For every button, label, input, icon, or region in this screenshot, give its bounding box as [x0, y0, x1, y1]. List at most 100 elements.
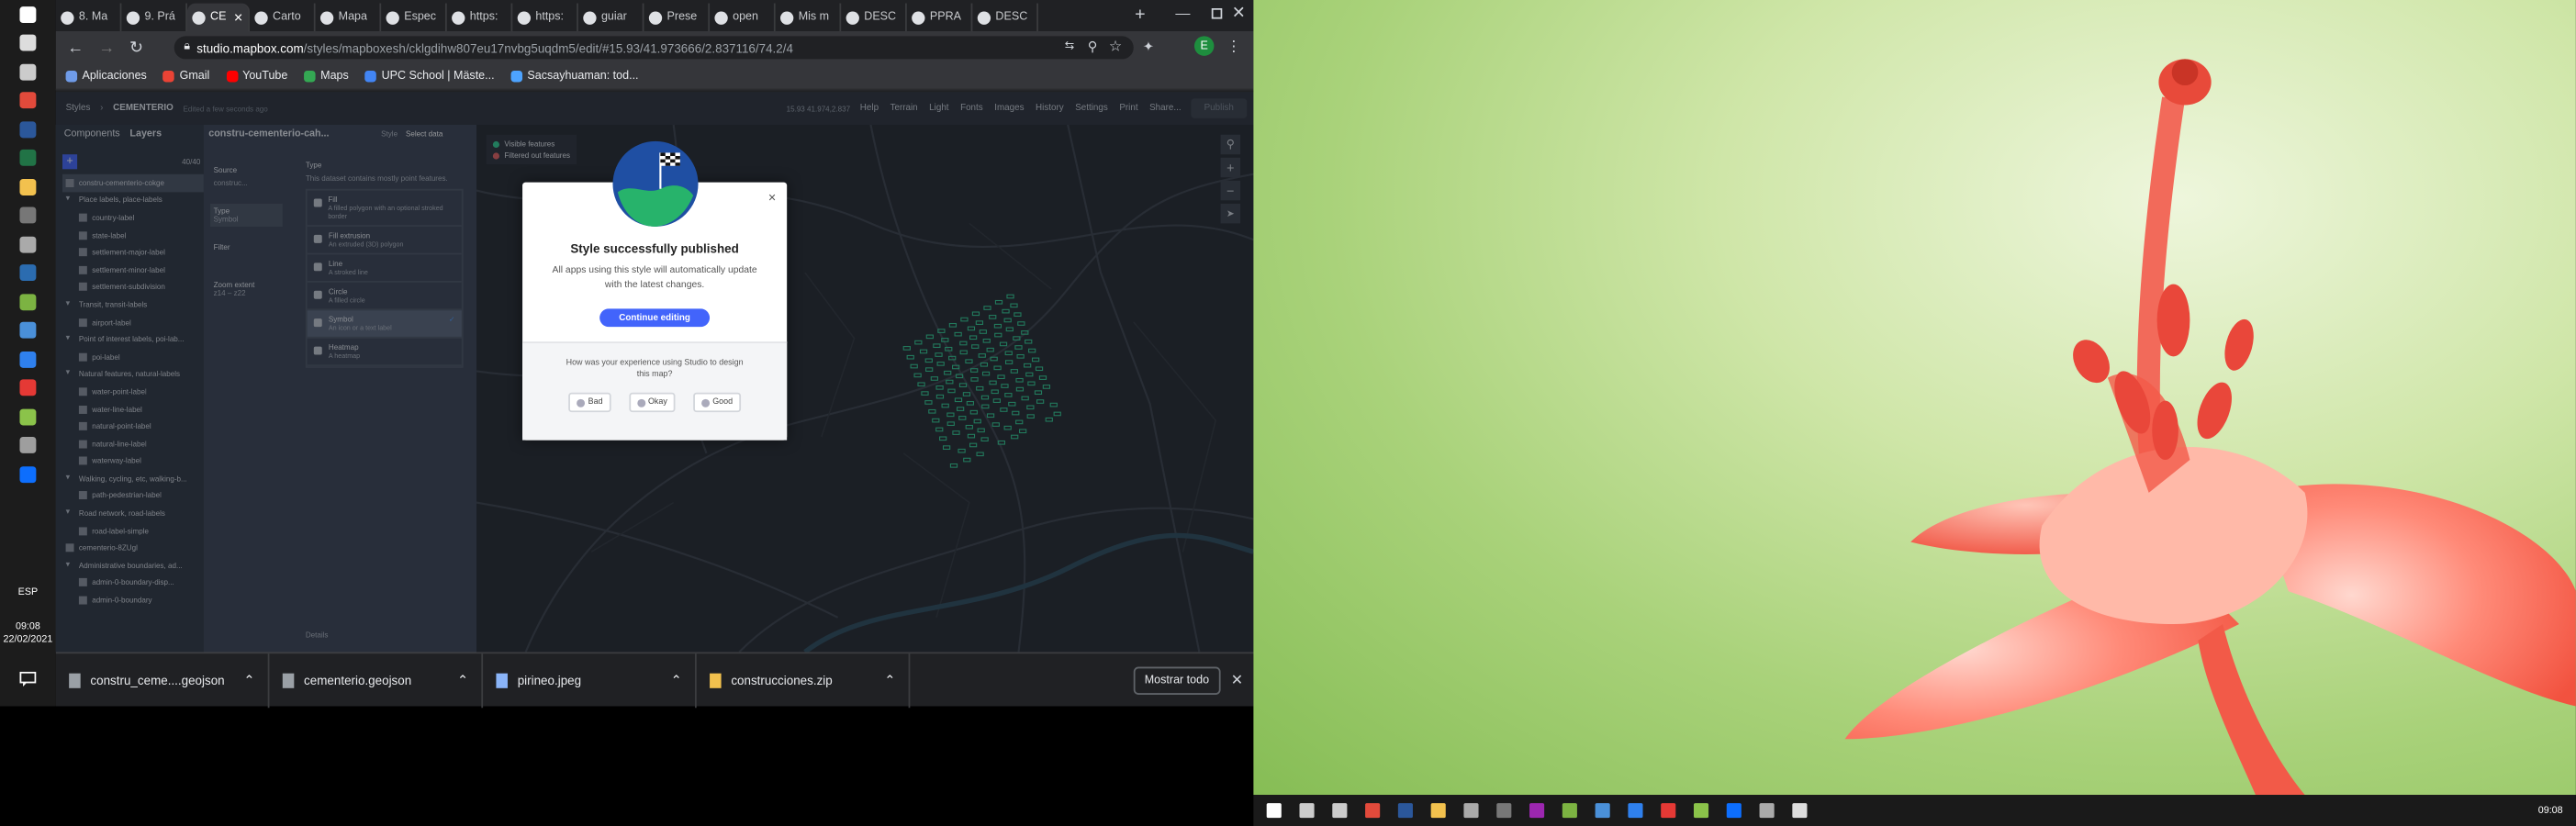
chevron-up-icon[interactable]: ⌃ [671, 673, 695, 687]
taskbar-app-icon[interactable] [1392, 797, 1419, 824]
excel-icon[interactable] [0, 144, 56, 173]
acrobat-icon[interactable] [0, 374, 56, 402]
taskbar-app-icon[interactable] [1720, 797, 1748, 824]
chevron-up-icon[interactable]: ⌃ [884, 673, 908, 687]
minimize-icon[interactable]: — [1173, 4, 1193, 23]
bookmark-gmail[interactable]: Gmail [162, 70, 209, 82]
rating-bad-button[interactable]: Bad [568, 392, 611, 413]
taskbar-app-icon[interactable] [1588, 797, 1616, 824]
download-item[interactable]: construcciones.zip ⌃ [697, 653, 911, 708]
browser-tab[interactable]: 9. Prá [121, 3, 188, 32]
browser-tab[interactable]: Mis m [776, 3, 842, 32]
browser-tab[interactable]: DESC [972, 3, 1038, 32]
profile-avatar[interactable]: E [1193, 36, 1215, 56]
translate-icon[interactable]: ⇆ [1061, 38, 1078, 54]
browser-tab[interactable]: https: [512, 3, 578, 32]
terminal-icon[interactable] [0, 460, 56, 488]
vscode-icon[interactable] [0, 345, 56, 374]
taskbar-app-icon[interactable] [1424, 797, 1451, 824]
zoom-icon[interactable]: ⚲ [1084, 38, 1101, 54]
photo-icon[interactable] [0, 316, 56, 344]
download-item[interactable]: pirineo.jpeg ⌃ [483, 653, 697, 708]
notes-icon[interactable] [0, 402, 56, 430]
favicon-icon [452, 10, 465, 24]
new-tab-button[interactable]: + [1132, 5, 1148, 24]
tab-close-icon[interactable]: ✕ [233, 11, 243, 24]
left-taskbar: 09:08 22/02/2021 ESP [0, 0, 56, 707]
browser-tab[interactable]: Prese [644, 3, 711, 32]
taskbar-app-icon[interactable] [1786, 797, 1813, 824]
chrome-icon[interactable] [0, 86, 56, 115]
rating-good-button[interactable]: Good [692, 392, 742, 413]
browser-tab[interactable]: Mapa [316, 3, 382, 32]
taskbar-app-icon[interactable] [1687, 797, 1715, 824]
browser-tab[interactable]: Espec [381, 3, 447, 32]
rating-okay-button[interactable]: Okay [628, 392, 676, 413]
file-icon [496, 672, 508, 687]
face-icon [636, 397, 645, 407]
taskbar-clock[interactable]: 09:08 22/02/2021 [0, 620, 56, 647]
download-item[interactable]: cementerio.geojson ⌃ [269, 653, 484, 708]
reload-icon[interactable]: ↻ [127, 38, 146, 57]
continue-editing-button[interactable]: Continue editing [599, 308, 711, 328]
start-icon[interactable] [0, 0, 56, 28]
bookmark-youtube[interactable]: YouTube [226, 70, 287, 82]
tab-label: Mis m [798, 11, 830, 24]
bookmark-label: Maps [320, 70, 349, 82]
tab-label: Mapa [338, 11, 367, 24]
star-icon[interactable]: ☆ [1107, 36, 1124, 55]
taskbar-app-icon[interactable] [1293, 797, 1320, 824]
tab-label: Prese [666, 11, 698, 24]
taskbar-app-icon[interactable] [1523, 797, 1551, 824]
file-icon [69, 672, 81, 687]
browser-tab[interactable]: 8. Ma [56, 3, 122, 32]
browser-tab[interactable]: Carto [250, 3, 316, 32]
taskbar-app-icon[interactable] [1359, 797, 1386, 824]
taskbar-app-icon[interactable] [1490, 797, 1518, 824]
app-icon[interactable] [0, 431, 56, 460]
taskbar-clock-2[interactable]: 09:08 [2538, 806, 2576, 816]
back-icon[interactable]: ← [66, 38, 85, 57]
close-window-icon[interactable]: ✕ [1229, 4, 1249, 23]
settings-icon[interactable] [0, 230, 56, 259]
file-explorer-icon[interactable] [0, 173, 56, 201]
language-indicator[interactable]: ESP [0, 588, 56, 598]
taskbar-app-icon[interactable] [1654, 797, 1682, 824]
chevron-up-icon[interactable]: ⌃ [457, 673, 481, 687]
bookmark-upc[interactable]: UPC School | Mäste... [364, 70, 495, 82]
address-bar[interactable]: 🔒︎ studio.mapbox.com/styles/mapboxesh/ck… [174, 36, 1134, 60]
restore-icon[interactable] [1205, 4, 1225, 23]
forward-icon[interactable]: → [97, 38, 117, 57]
show-all-button[interactable]: Mostrar todo [1133, 665, 1221, 695]
close-downloads-icon[interactable]: ✕ [1221, 671, 1254, 689]
browser-tab[interactable]: DESC [841, 3, 907, 32]
menu-icon[interactable]: ⋮ [1226, 36, 1241, 55]
taskbar-app-icon[interactable] [1457, 797, 1484, 824]
bookmark-m[interactable]: Sacsayhuaman: tod... [510, 70, 639, 82]
download-name: cementerio.geojson [304, 672, 412, 687]
store-icon[interactable] [0, 201, 56, 229]
notification-icon[interactable] [13, 668, 42, 687]
word-icon[interactable] [0, 115, 56, 143]
task-view-icon[interactable] [0, 58, 56, 86]
close-dialog-icon[interactable]: × [764, 189, 780, 206]
bookmark-apps[interactable]: Aplicaciones [65, 70, 147, 82]
browser-tab[interactable]: CE ✕ [187, 3, 251, 32]
puzzle-icon[interactable]: ✦ [1138, 36, 1158, 55]
browser-tab[interactable]: PPRA [907, 3, 973, 32]
taskbar-app-icon[interactable] [1326, 797, 1353, 824]
mail-icon[interactable] [0, 259, 56, 287]
bookmark-maps[interactable]: Maps [304, 70, 349, 82]
taskbar-app-icon[interactable] [1556, 797, 1584, 824]
taskbar-app-icon[interactable] [1753, 797, 1780, 824]
browser-tab[interactable]: https: [447, 3, 513, 32]
browser-tab[interactable]: open [710, 3, 776, 32]
qgis-icon[interactable] [0, 287, 56, 316]
download-item[interactable]: constru_ceme....geojson ⌃ [56, 653, 270, 708]
browser-tab[interactable]: guiar [578, 3, 644, 32]
search-icon[interactable] [0, 28, 56, 57]
favicon-icon [648, 10, 663, 24]
chevron-up-icon[interactable]: ⌃ [243, 673, 267, 687]
taskbar-app-icon[interactable] [1260, 797, 1288, 824]
taskbar-app-icon[interactable] [1621, 797, 1649, 824]
